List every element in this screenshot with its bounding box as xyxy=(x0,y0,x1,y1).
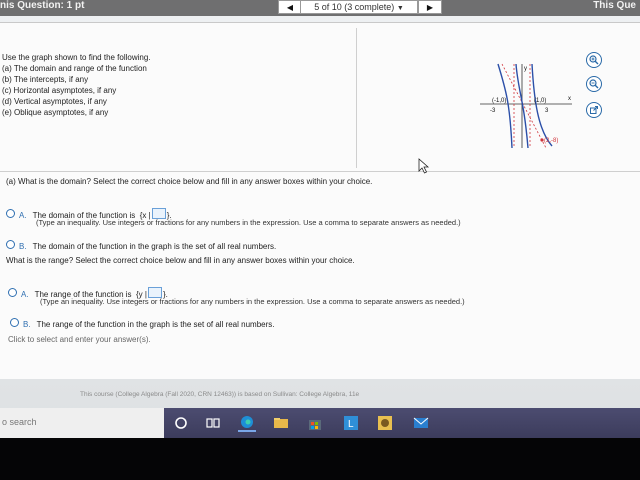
store-bag-icon[interactable] xyxy=(306,414,324,432)
option-text: The range of the function in the graph i… xyxy=(36,320,275,329)
instruction-line: (b) The intercepts, if any xyxy=(2,75,89,84)
domain-option-b[interactable]: B. The domain of the function in the grap… xyxy=(6,236,276,254)
svg-text:L: L xyxy=(348,419,354,430)
label-point-low: (2,-8) xyxy=(544,138,558,144)
tick-label-pos3: 3 xyxy=(545,108,549,114)
option-letter: B. xyxy=(19,242,27,251)
monitor-bezel xyxy=(0,438,640,480)
instruction-line: (a) The domain and range of the function xyxy=(2,64,147,73)
file-explorer-icon[interactable] xyxy=(272,414,290,432)
magnifier-plus-icon xyxy=(589,55,599,65)
option-text: The domain of the function in the graph … xyxy=(32,242,277,251)
question-instructions: Use the graph shown to find the followin… xyxy=(2,52,302,118)
answer-instruction-note: Click to select and enter your answer(s)… xyxy=(8,335,151,344)
range-option-a-hint: (Type an inequality. Use integers or fra… xyxy=(40,297,465,306)
mouse-pointer-icon xyxy=(418,158,430,174)
instruction-line: (c) Horizontal asymptotes, if any xyxy=(2,86,117,95)
edge-browser-icon[interactable] xyxy=(238,414,256,432)
radio-button[interactable] xyxy=(8,288,17,298)
curve-left-branch xyxy=(497,63,513,149)
task-view-icon[interactable] xyxy=(204,414,222,432)
radio-button[interactable] xyxy=(10,318,19,328)
instruction-line: (e) Oblique asymptotes, if any xyxy=(2,108,109,117)
arrow-right-icon: ▶ xyxy=(426,2,434,12)
radio-button[interactable] xyxy=(6,240,15,250)
axis-label-x: x xyxy=(568,96,571,102)
curve-right-branch xyxy=(531,63,553,147)
windows-taskbar: o search L xyxy=(0,408,640,438)
question-progress-select[interactable]: 5 of 10 (3 complete) ▼ xyxy=(300,0,418,14)
course-info-text: This course (College Algebra (Fall 2020,… xyxy=(80,391,360,398)
instruction-line: Use the graph shown to find the followin… xyxy=(2,53,151,62)
this-question-label: This Que xyxy=(593,0,636,11)
taskbar-search-box[interactable]: o search xyxy=(0,408,164,438)
external-link-icon xyxy=(590,106,598,114)
range-question: What is the range? Select the correct ch… xyxy=(6,256,355,265)
arrow-left-icon: ◀ xyxy=(286,2,294,12)
option-letter: B. xyxy=(23,320,31,329)
cortana-circle-icon[interactable] xyxy=(172,414,190,432)
range-option-b[interactable]: B. The range of the function in the graph… xyxy=(10,314,274,332)
panel-divider-vertical xyxy=(356,28,357,168)
option-letter: A. xyxy=(19,211,27,220)
radio-button[interactable] xyxy=(6,209,15,219)
previous-question-button[interactable]: ◀ xyxy=(278,0,302,14)
browser-screen: nis Question: 1 pt ◀ 5 of 10 (3 complete… xyxy=(0,0,640,438)
progress-text: 5 of 10 (3 complete) xyxy=(314,2,395,12)
question-points-label: nis Question: 1 pt xyxy=(0,0,85,11)
question-header: nis Question: 1 pt ◀ 5 of 10 (3 complete… xyxy=(0,0,640,16)
zoom-out-button[interactable] xyxy=(586,76,602,92)
popout-graph-button[interactable] xyxy=(586,102,602,118)
label-point-right: (1,0) xyxy=(534,98,546,104)
panel-divider-horizontal xyxy=(0,171,640,172)
zoom-in-button[interactable] xyxy=(586,52,602,68)
domain-option-a-hint: (Type an inequality. Use integers or fra… xyxy=(36,218,461,227)
label-point-left: (-1,0) xyxy=(492,98,506,104)
media-app-icon[interactable] xyxy=(376,414,394,432)
magnifier-minus-icon xyxy=(589,79,599,89)
app-l-icon[interactable]: L xyxy=(342,414,360,432)
dropdown-arrow-icon: ▼ xyxy=(396,5,404,12)
instruction-line: (d) Vertical asymptotes, if any xyxy=(2,97,107,106)
next-question-button[interactable]: ▶ xyxy=(418,0,442,14)
tick-label-neg3: -3 xyxy=(490,108,496,114)
function-graph[interactable]: (-1,0) (1,0) (2,-8) -3 3 x y xyxy=(478,60,574,152)
mail-icon[interactable] xyxy=(412,414,430,432)
option-letter: A. xyxy=(21,290,29,299)
domain-question: (a) What is the domain? Select the corre… xyxy=(6,177,373,186)
axis-label-y: y xyxy=(524,66,527,72)
